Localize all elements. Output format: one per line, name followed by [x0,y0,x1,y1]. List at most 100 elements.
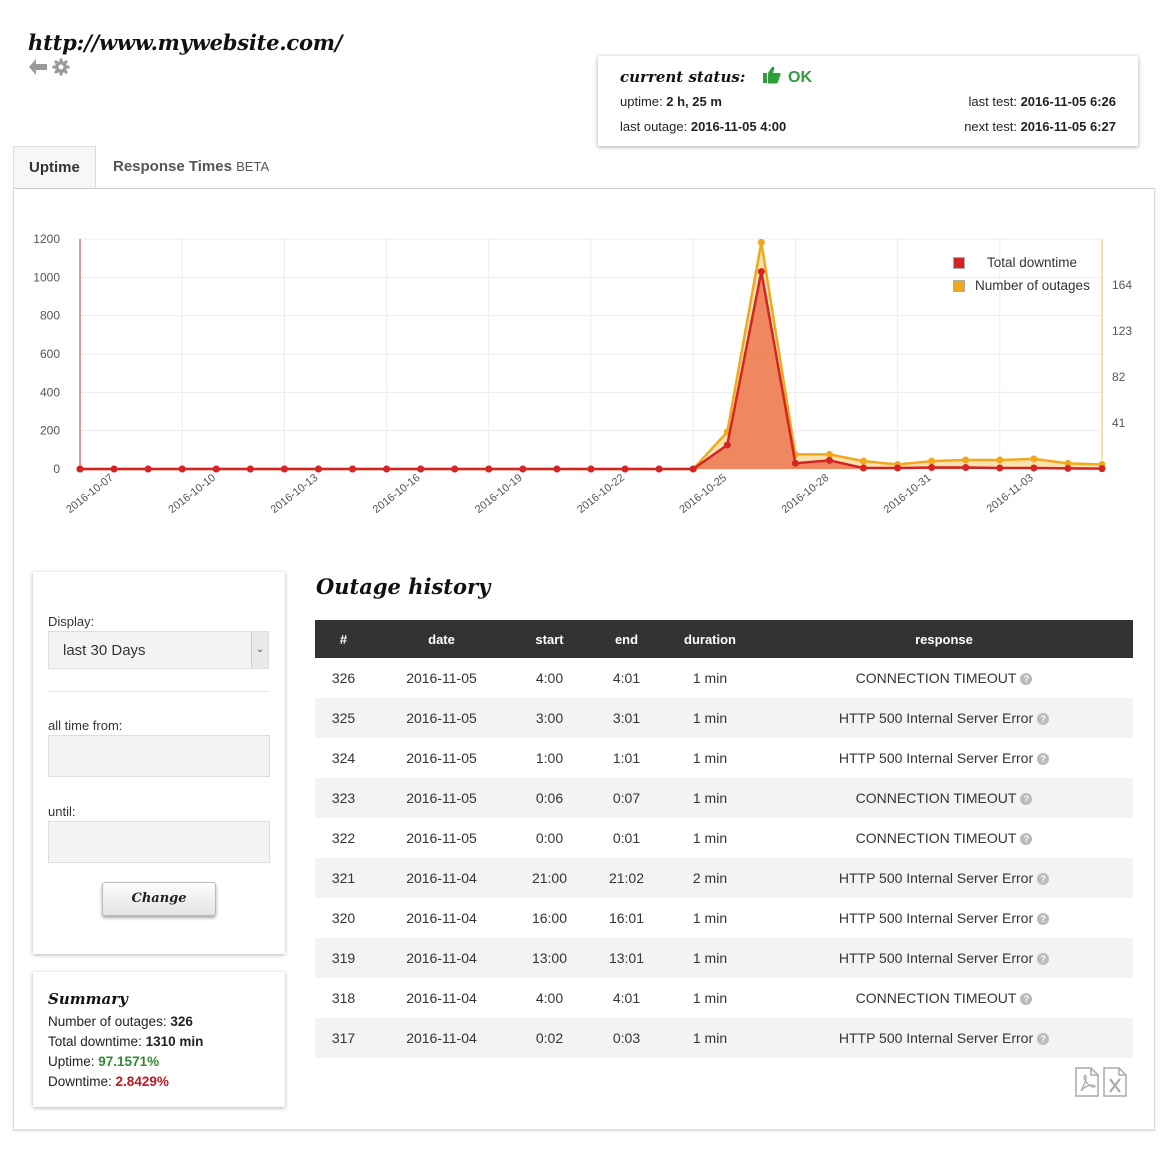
display-label: Display: [48,614,95,629]
question-circle-icon[interactable]: ? [1037,953,1050,966]
summary-uptime-label: Uptime: [48,1054,95,1069]
status-box: current status: OK uptime: 2 h, 25 m las… [598,56,1138,146]
until-date-input[interactable] [48,821,270,863]
x-tick-label: 2016-10-19 [473,472,525,516]
display-select-value: last 30 Days [63,642,146,659]
data-point [587,465,595,473]
question-circle-icon[interactable]: ? [1037,913,1050,926]
cell-number: 326 [315,658,372,698]
cell-response-text: CONNECTION TIMEOUT [855,790,1017,806]
change-button[interactable]: Change [102,882,216,916]
cell-end-text: 3:01 [612,710,641,726]
col-duration[interactable]: duration [665,620,755,658]
col-date[interactable]: date [372,620,511,658]
data-point [314,465,322,473]
col-number[interactable]: # [315,620,372,658]
from-label: all time from: [48,718,123,733]
tab-response-times-label: Response Times [113,158,232,175]
table-row: 321 2016-11-04 21:00 21:02 2 min HTTP 500 Int… [315,858,1133,898]
cell-number: 317 [315,1018,372,1058]
question-circle-icon[interactable]: ? [1037,713,1050,726]
cell-duration-text: 1 min [692,950,728,966]
data-point [621,465,629,473]
x-tick-label: 2016-10-10 [166,472,218,516]
last-test-label: last test: [968,94,1017,109]
cell-date: 2016-11-04 [372,938,511,978]
question-circle-icon[interactable]: ? [1020,993,1033,1006]
summary-uptime: Uptime: 97.1571% [48,1052,203,1072]
question-circle-icon[interactable]: ? [1020,793,1033,806]
cell-duration-text: 1 min [692,750,728,766]
pdf-file-icon[interactable] [1075,1067,1099,1100]
export-actions [1075,1067,1127,1100]
cell-date: 2016-11-05 [372,698,511,738]
excel-file-icon[interactable] [1103,1067,1127,1100]
data-point [1064,464,1072,472]
data-point [962,456,970,464]
col-end[interactable]: end [588,620,665,658]
left-tick-label: 800 [40,309,60,323]
legend-item-number-of-outages[interactable]: Number of outages [953,278,1090,293]
cell-duration-text: 1 min [692,670,728,686]
tab-response-times[interactable]: Response Times BETA [98,146,284,188]
last-test-value: 2016-11-05 6:26 [1020,94,1116,109]
col-response[interactable]: response [755,620,1133,658]
question-circle-icon[interactable]: ? [1037,753,1050,766]
cell-date: 2016-11-05 [372,818,511,858]
left-tick-label: 1200 [33,232,60,246]
cell-start: 0:00 [511,818,588,858]
data-point [246,465,254,473]
summary-outages: Number of outages: 326 [48,1012,203,1032]
cell-start-text: 0:06 [535,790,564,806]
display-select[interactable]: last 30 Days ⌄ [48,631,269,669]
data-point [825,456,833,464]
gear-icon[interactable] [52,58,70,79]
cell-end: 0:03 [588,1018,665,1058]
question-circle-icon[interactable]: ? [1037,1033,1050,1046]
cell-duration: 1 min [665,698,755,738]
cell-date-text: 2016-11-05 [406,670,477,686]
col-start[interactable]: start [511,620,588,658]
table-row: 325 2016-11-05 3:00 3:01 1 min HTTP 500 Inter… [315,698,1133,738]
arrow-left-icon[interactable] [28,58,48,79]
data-point [689,465,697,473]
cell-duration-text: 1 min [692,910,728,926]
cell-start: 0:02 [511,1018,588,1058]
cell-start: 0:06 [511,778,588,818]
cell-duration: 1 min [665,778,755,818]
data-point [860,464,868,472]
left-tick-label: 200 [40,424,60,438]
summary-title: Summary [48,990,128,1008]
cell-number-text: 324 [331,750,356,766]
cell-end-text: 21:02 [608,870,645,886]
x-tick-label: 2016-10-28 [780,472,832,516]
cell-response-text: HTTP 500 Internal Server Error [838,910,1034,926]
question-circle-icon[interactable]: ? [1020,673,1033,686]
thumbs-up-icon [762,65,782,90]
cell-date-text: 2016-11-04 [406,910,477,926]
table-row: 322 2016-11-05 0:00 0:01 1 min CONNECTION TIM… [315,818,1133,858]
data-point [757,238,765,246]
last-outage-label: last outage: [620,119,688,134]
cell-end: 16:01 [588,898,665,938]
cell-end-text: 4:01 [612,670,641,686]
legend-label-outages: Number of outages [975,278,1090,293]
cell-start-text: 4:00 [535,670,564,686]
cell-end: 4:01 [588,978,665,1018]
question-circle-icon[interactable]: ? [1020,833,1033,846]
from-date-input[interactable] [48,735,270,777]
outage-history-table: # date start end duration response 326 20… [315,620,1133,1058]
cell-start-text: 3:00 [535,710,564,726]
data-point [178,465,186,473]
tab-uptime[interactable]: Uptime [13,146,96,190]
question-circle-icon[interactable]: ? [1037,873,1050,886]
table-row: 318 2016-11-04 4:00 4:01 1 min CONNECTION TIM… [315,978,1133,1018]
summary-downtime-pct: Downtime: 2.8429% [48,1072,203,1092]
data-point [655,465,663,473]
data-point [996,464,1004,472]
cell-start: 3:00 [511,698,588,738]
cell-start-text: 0:00 [535,830,564,846]
tab-uptime-label: Uptime [29,159,80,176]
x-tick-label: 2016-10-31 [882,472,934,516]
legend-item-total-downtime[interactable]: Total downtime [953,255,1090,270]
